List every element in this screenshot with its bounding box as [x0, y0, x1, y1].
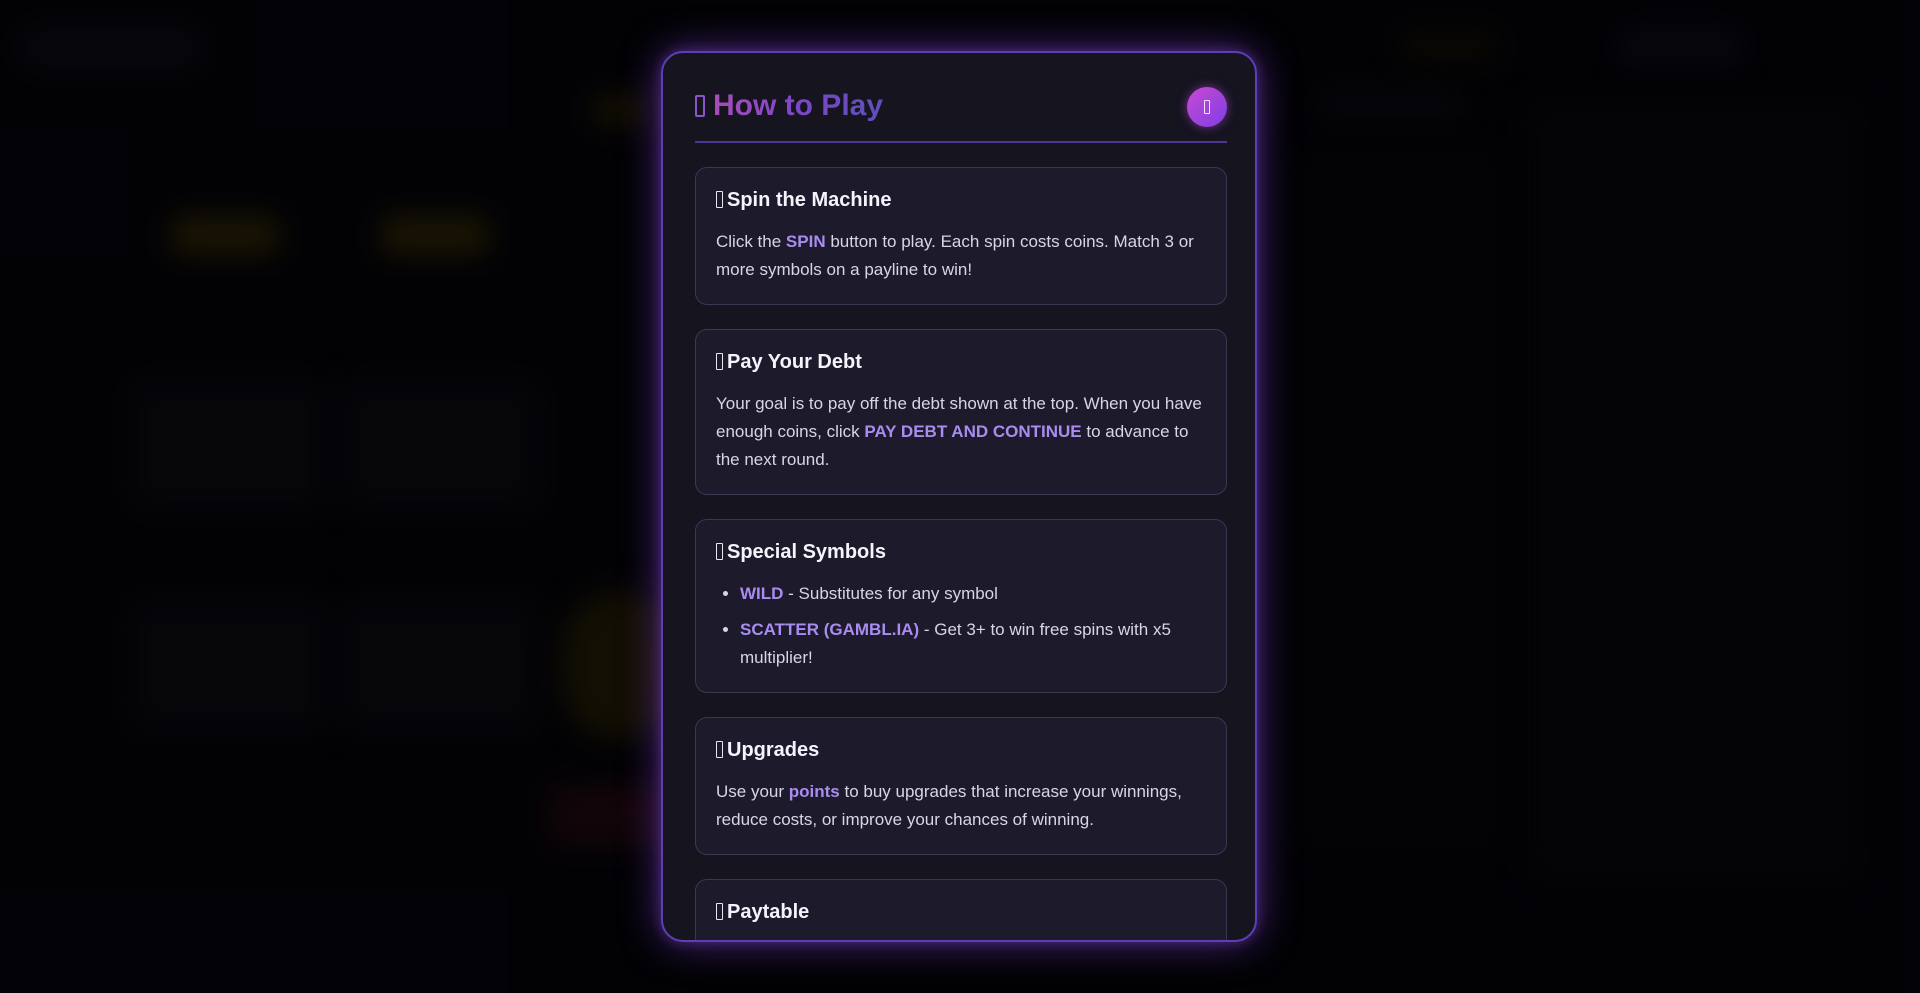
section-text: Your goal is to pay off the debt shown a…	[716, 390, 1206, 474]
star-icon	[716, 543, 723, 560]
section-upgrades: Upgrades Use your points to buy upgrades…	[695, 717, 1227, 855]
highlight-points: points	[788, 782, 840, 801]
section-special-symbols: Special Symbols WILD - Substitutes for a…	[695, 519, 1227, 693]
modal-title-text: How to Play	[713, 89, 884, 122]
how-to-play-modal: How to Play Spin the Machine Click the S…	[661, 51, 1257, 942]
money-icon	[716, 353, 723, 370]
section-title: Paytable	[716, 900, 1206, 924]
close-icon	[1204, 100, 1210, 114]
section-title: Pay Your Debt	[716, 350, 1206, 374]
section-title: Spin the Machine	[716, 188, 1206, 212]
text-part: Click the	[716, 232, 786, 251]
symbol-desc: - Substitutes for any symbol	[783, 584, 998, 603]
text-part: Use your	[716, 782, 789, 801]
book-icon	[695, 95, 705, 117]
section-paytable: Paytable	[695, 879, 1227, 940]
modal-header: How to Play	[695, 85, 1227, 143]
modal-title: How to Play	[695, 89, 883, 123]
highlight-spin: SPIN	[785, 232, 826, 251]
section-text: Use your points to buy upgrades that inc…	[716, 778, 1206, 834]
highlight-pay-debt: PAY DEBT AND CONTINUE	[864, 422, 1082, 441]
symbol-name: WILD	[740, 584, 784, 603]
section-title: Special Symbols	[716, 540, 1206, 564]
list-item: SCATTER (GAMBL.IA) - Get 3+ to win free …	[740, 616, 1206, 672]
slot-icon	[716, 191, 723, 208]
section-title-text: Upgrades	[727, 739, 820, 761]
symbol-name: SCATTER (GAMBL.IA)	[740, 620, 920, 639]
section-debt: Pay Your Debt Your goal is to pay off th…	[695, 329, 1227, 495]
table-icon	[716, 903, 723, 920]
section-title: Upgrades	[716, 738, 1206, 762]
symbol-list: WILD - Substitutes for any symbol SCATTE…	[716, 580, 1206, 672]
section-title-text: Paytable	[727, 901, 810, 923]
section-title-text: Special Symbols	[727, 541, 886, 563]
section-text: Click the SPIN button to play. Each spin…	[716, 228, 1206, 284]
list-item: WILD - Substitutes for any symbol	[740, 580, 1206, 608]
close-button[interactable]	[1187, 87, 1227, 127]
section-title-text: Pay Your Debt	[727, 351, 862, 373]
arrow-up-icon	[716, 741, 723, 758]
section-spin: Spin the Machine Click the SPIN button t…	[695, 167, 1227, 305]
section-title-text: Spin the Machine	[727, 189, 892, 211]
